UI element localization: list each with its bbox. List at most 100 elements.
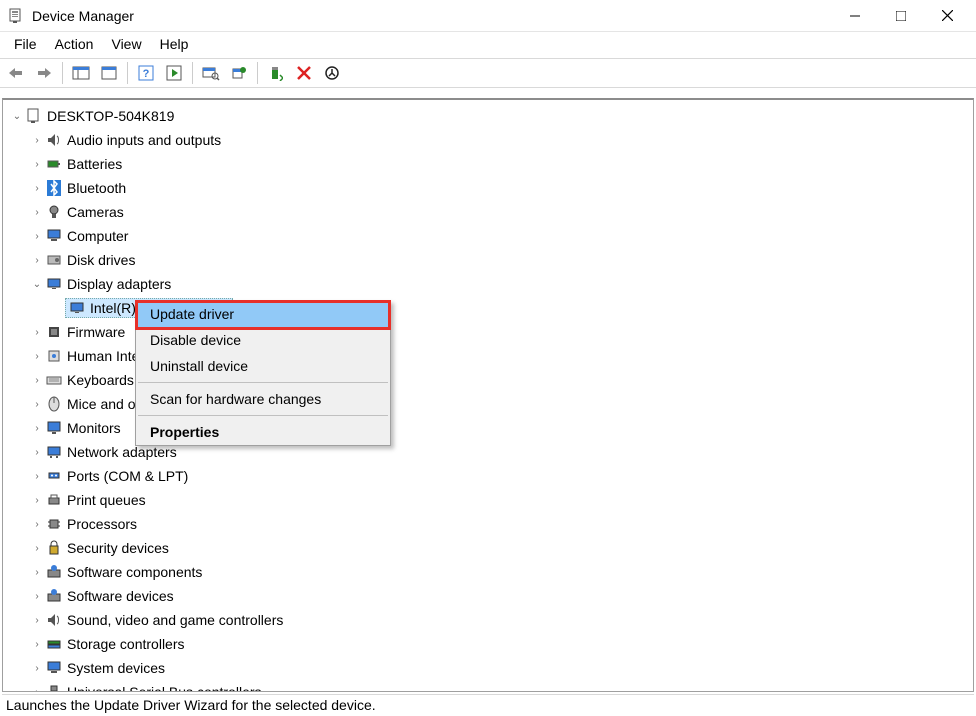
forward-button[interactable]	[32, 62, 56, 84]
expand-icon[interactable]: ›	[29, 255, 45, 266]
collapse-icon[interactable]: ⌄	[29, 279, 45, 290]
tree-category[interactable]: ›Universal Serial Bus controllers	[9, 680, 973, 692]
expand-icon[interactable]: ›	[29, 687, 45, 693]
tree-category[interactable]: ›Batteries	[9, 152, 973, 176]
display-adapter-icon	[68, 299, 86, 317]
tree-root[interactable]: ⌄ DESKTOP-504K819	[9, 104, 973, 128]
expand-icon[interactable]: ›	[29, 423, 45, 434]
ctx-separator	[138, 415, 388, 416]
ctx-separator	[138, 382, 388, 383]
update-driver-button[interactable]	[227, 62, 251, 84]
tree-category[interactable]: ›Bluetooth	[9, 176, 973, 200]
category-icon	[45, 635, 63, 653]
tree-category[interactable]: ›Cameras	[9, 200, 973, 224]
category-icon	[45, 275, 63, 293]
window-title: Device Manager	[32, 8, 134, 24]
expand-icon[interactable]: ›	[29, 615, 45, 626]
tree-category[interactable]: ›System devices	[9, 656, 973, 680]
category-icon	[45, 611, 63, 629]
expand-icon[interactable]: ›	[29, 519, 45, 530]
menu-bar: File Action View Help	[0, 32, 976, 59]
action-button[interactable]	[162, 62, 186, 84]
minimize-button[interactable]	[832, 1, 878, 31]
category-icon	[45, 131, 63, 149]
expand-icon[interactable]: ›	[29, 327, 45, 338]
category-icon	[45, 443, 63, 461]
category-icon	[45, 539, 63, 557]
category-icon	[45, 155, 63, 173]
expand-icon[interactable]: ›	[29, 135, 45, 146]
tree-category[interactable]: ›Audio inputs and outputs	[9, 128, 973, 152]
ctx-update-driver[interactable]: Update driver	[136, 301, 390, 327]
category-icon	[45, 515, 63, 533]
back-button[interactable]	[4, 62, 28, 84]
tree-category[interactable]: ›Disk drives	[9, 248, 973, 272]
toolbar: ?	[0, 59, 976, 88]
status-bar: Launches the Update Driver Wizard for th…	[2, 694, 974, 716]
tree-category[interactable]: ›Ports (COM & LPT)	[9, 464, 973, 488]
category-icon	[45, 251, 63, 269]
computer-icon	[25, 107, 43, 125]
category-icon	[45, 179, 63, 197]
category-icon	[45, 347, 63, 365]
disable-button[interactable]	[320, 62, 344, 84]
expand-icon[interactable]: ›	[29, 183, 45, 194]
maximize-button[interactable]	[878, 1, 924, 31]
tree-category[interactable]: ›Security devices	[9, 536, 973, 560]
ctx-uninstall-device[interactable]: Uninstall device	[136, 353, 390, 379]
category-icon	[45, 419, 63, 437]
expand-icon[interactable]: ›	[29, 471, 45, 482]
status-text: Launches the Update Driver Wizard for th…	[6, 697, 376, 713]
ctx-disable-device[interactable]: Disable device	[136, 327, 390, 353]
collapse-icon[interactable]: ⌄	[9, 111, 25, 122]
category-icon	[45, 203, 63, 221]
category-icon	[45, 659, 63, 677]
category-icon	[45, 371, 63, 389]
tree-category[interactable]: ›Software devices	[9, 584, 973, 608]
expand-icon[interactable]: ›	[29, 567, 45, 578]
menu-action[interactable]: Action	[55, 36, 94, 52]
expand-icon[interactable]: ›	[29, 543, 45, 554]
menu-view[interactable]: View	[111, 36, 141, 52]
category-icon	[45, 467, 63, 485]
tree-category[interactable]: ›Storage controllers	[9, 632, 973, 656]
properties-toggle-button[interactable]	[97, 62, 121, 84]
uninstall-button[interactable]	[292, 62, 316, 84]
add-hardware-button[interactable]	[264, 62, 288, 84]
app-icon	[8, 8, 24, 24]
tree-category[interactable]: ⌄Display adapters	[9, 272, 973, 296]
expand-icon[interactable]: ›	[29, 207, 45, 218]
expand-icon[interactable]: ›	[29, 591, 45, 602]
svg-text:?: ?	[143, 68, 150, 80]
expand-icon[interactable]: ›	[29, 447, 45, 458]
expand-icon[interactable]: ›	[29, 231, 45, 242]
expand-icon[interactable]: ›	[29, 159, 45, 170]
category-icon	[45, 323, 63, 341]
expand-icon[interactable]: ›	[29, 495, 45, 506]
expand-icon[interactable]: ›	[29, 351, 45, 362]
category-icon	[45, 587, 63, 605]
expand-icon[interactable]: ›	[29, 399, 45, 410]
menu-file[interactable]: File	[14, 36, 37, 52]
expand-icon[interactable]: ›	[29, 663, 45, 674]
category-icon	[45, 563, 63, 581]
tree-category[interactable]: ›Software components	[9, 560, 973, 584]
menu-help[interactable]: Help	[160, 36, 189, 52]
tree-category[interactable]: ›Print queues	[9, 488, 973, 512]
tree-category[interactable]: ›Sound, video and game controllers	[9, 608, 973, 632]
ctx-scan-hardware[interactable]: Scan for hardware changes	[136, 386, 390, 412]
ctx-properties[interactable]: Properties	[136, 419, 390, 445]
category-icon	[45, 227, 63, 245]
tree-category[interactable]: ›Computer	[9, 224, 973, 248]
tree-category[interactable]: ›Processors	[9, 512, 973, 536]
category-icon	[45, 395, 63, 413]
scan-hardware-button[interactable]	[199, 62, 223, 84]
category-icon	[45, 491, 63, 509]
category-icon	[45, 683, 63, 692]
expand-icon[interactable]: ›	[29, 639, 45, 650]
expand-icon[interactable]: ›	[29, 375, 45, 386]
context-menu: Update driver Disable device Uninstall d…	[135, 300, 391, 446]
help-button[interactable]: ?	[134, 62, 158, 84]
close-button[interactable]	[924, 1, 970, 31]
show-hide-console-tree-button[interactable]	[69, 62, 93, 84]
